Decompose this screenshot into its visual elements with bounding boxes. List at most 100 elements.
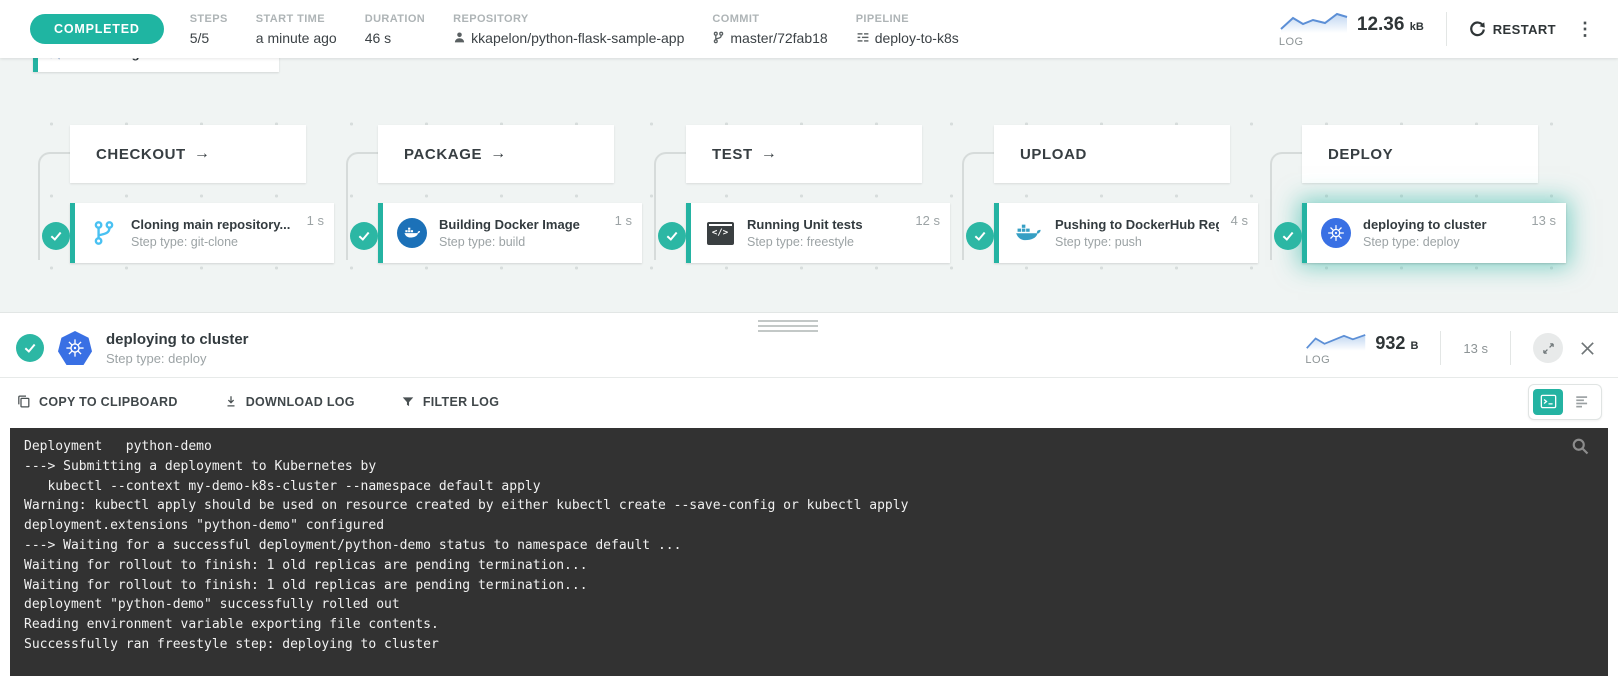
step-title: Pushing to DockerHub Reg	[1055, 217, 1219, 232]
step-card-build[interactable]: Building Docker Image Step type: build 1…	[378, 203, 642, 263]
step-duration: 13 s	[1531, 213, 1556, 228]
step-success-icon	[350, 222, 378, 250]
step-success-icon	[966, 222, 994, 250]
meta-pipeline: PIPELINE deploy-to-k8s	[856, 13, 959, 46]
filter-log-button[interactable]: FILTER LOG	[401, 395, 499, 409]
divider	[1440, 331, 1441, 365]
expand-button[interactable]	[1533, 333, 1563, 363]
terminal-view-icon	[1540, 394, 1557, 409]
stage-header-checkout: CHECKOUT→	[70, 125, 306, 183]
meta-duration: DURATION 46 s	[365, 13, 425, 46]
log-label: LOG	[1305, 354, 1330, 366]
step-subtitle: Step type: push	[1055, 235, 1219, 249]
stage-arrow-icon: →	[490, 145, 507, 163]
close-panel-button[interactable]	[1579, 340, 1596, 357]
meta-value: 46 s	[365, 30, 425, 46]
step-card-push[interactable]: Pushing to DockerHub Reg Step type: push…	[994, 203, 1258, 263]
pipeline-link[interactable]: deploy-to-k8s	[856, 30, 959, 46]
log-line: Reading environment variable exporting f…	[24, 615, 1594, 635]
step-title: Building Docker Image	[439, 217, 603, 232]
step-subtitle: Step type: freestyle	[747, 235, 903, 249]
step-success-icon	[16, 334, 44, 362]
log-size-unit: kB	[1410, 21, 1424, 33]
divider	[1446, 12, 1447, 46]
log-line: deployment.extensions "python-demo" conf…	[24, 516, 1594, 536]
log-sparkline-icon	[1279, 11, 1349, 35]
log-size-value: 932	[1375, 333, 1405, 353]
step-title: Running Unit tests	[747, 217, 903, 232]
more-options-button[interactable]: ⋮	[1576, 19, 1594, 40]
log-line: ---> Submitting a deployment to Kubernet…	[24, 457, 1594, 477]
step-card-freestyle[interactable]: </> Running Unit tests Step type: freest…	[686, 203, 950, 263]
restart-icon	[1469, 21, 1486, 38]
log-line: Deployment python-demo	[24, 437, 1594, 457]
step-success-icon	[42, 222, 70, 250]
copy-to-clipboard-button[interactable]: COPY TO CLIPBOARD	[16, 394, 178, 409]
step-duration: 1 s	[307, 213, 324, 228]
build-log-size-widget[interactable]: LOG 12.36 kB	[1279, 11, 1424, 48]
user-icon	[453, 31, 466, 44]
step-subtitle: Step type: build	[439, 235, 603, 249]
stage-header-package: PACKAGE→	[378, 125, 614, 183]
meta-start-time: START TIME a minute ago	[256, 13, 337, 46]
stage-header-test: TEST→	[686, 125, 922, 183]
stage-arrow-icon: →	[761, 145, 778, 163]
log-toolbar: COPY TO CLIPBOARD DOWNLOAD LOG FILTER LO…	[0, 377, 1618, 425]
kubernetes-icon	[58, 331, 92, 365]
detail-step-duration: 13 s	[1463, 341, 1488, 356]
text-view-button[interactable]	[1567, 389, 1597, 415]
status-badge: COMPLETED	[30, 14, 164, 44]
log-line: deployment "python-demo" successfully ro…	[24, 595, 1594, 615]
step-card-deploy[interactable]: deploying to cluster Step type: deploy 1…	[1302, 203, 1566, 263]
log-line: kubectl --context my-demo-k8s-cluster --…	[24, 477, 1594, 497]
build-header: COMPLETED STEPS 5/5 START TIME a minute …	[0, 0, 1618, 58]
pipeline-icon	[856, 31, 870, 44]
log-view-toggle	[1528, 384, 1602, 420]
restart-button[interactable]: RESTART	[1469, 21, 1556, 38]
detail-step-title: deploying to cluster	[106, 331, 249, 348]
step-log-size-widget[interactable]: LOG 932 B	[1305, 331, 1418, 366]
stage-arrow-icon: →	[194, 145, 211, 163]
meta-steps: STEPS 5/5	[190, 13, 228, 46]
repository-link[interactable]: kkapelon/python-flask-sample-app	[453, 30, 684, 46]
stage-header-upload: UPLOAD	[994, 125, 1230, 183]
stage-upload: UPLOAD Pushing to DockerHub Reg Step typ…	[960, 58, 1264, 312]
freestyle-terminal-icon: </>	[705, 218, 735, 248]
step-success-icon	[658, 222, 686, 250]
meta-repository: REPOSITORY kkapelon/python-flask-sample-…	[453, 13, 684, 46]
step-title: deploying to cluster	[1363, 217, 1519, 232]
meta-label: DURATION	[365, 13, 425, 25]
divider	[1510, 331, 1511, 365]
search-icon[interactable]	[1570, 436, 1590, 460]
log-terminal[interactable]: Deployment python-demo ---> Submitting a…	[10, 428, 1608, 676]
stage-package: PACKAGE→ Building Docker Image Step type…	[344, 58, 648, 312]
stage-deploy: DEPLOY deploying to cluster Step type: d…	[1268, 58, 1572, 312]
step-detail-panel: deploying to cluster Step type: deploy L…	[0, 312, 1618, 424]
git-clone-icon	[89, 218, 119, 248]
meta-label: COMMIT	[712, 13, 827, 25]
step-subtitle: Step type: deploy	[1363, 235, 1519, 249]
terminal-view-button[interactable]	[1533, 389, 1563, 415]
step-title: Cloning main repository...	[131, 217, 295, 232]
commit-link[interactable]: master/72fab18	[712, 30, 827, 46]
docker-build-icon	[397, 218, 427, 248]
download-log-button[interactable]: DOWNLOAD LOG	[224, 394, 355, 409]
log-label: LOG	[1279, 36, 1304, 48]
step-duration: 1 s	[615, 213, 632, 228]
log-sparkline-icon	[1305, 331, 1367, 353]
stage-checkout: CHECKOUT→ Cloning main repository... Ste…	[36, 58, 340, 312]
meta-label: REPOSITORY	[453, 13, 684, 25]
meta-label: PIPELINE	[856, 13, 959, 25]
text-view-icon	[1574, 395, 1590, 409]
close-icon	[1579, 340, 1596, 357]
step-card-git-clone[interactable]: Cloning main repository... Step type: gi…	[70, 203, 334, 263]
detail-step-subtitle: Step type: deploy	[106, 351, 249, 366]
copy-icon	[16, 394, 31, 409]
step-duration: 12 s	[915, 213, 940, 228]
step-duration: 4 s	[1231, 213, 1248, 228]
meta-value: 5/5	[190, 30, 228, 46]
branch-icon	[712, 31, 725, 44]
log-size-unit: B	[1410, 340, 1418, 352]
log-line: Waiting for rollout to finish: 1 old rep…	[24, 556, 1594, 576]
stage-header-deploy: DEPLOY	[1302, 125, 1538, 183]
